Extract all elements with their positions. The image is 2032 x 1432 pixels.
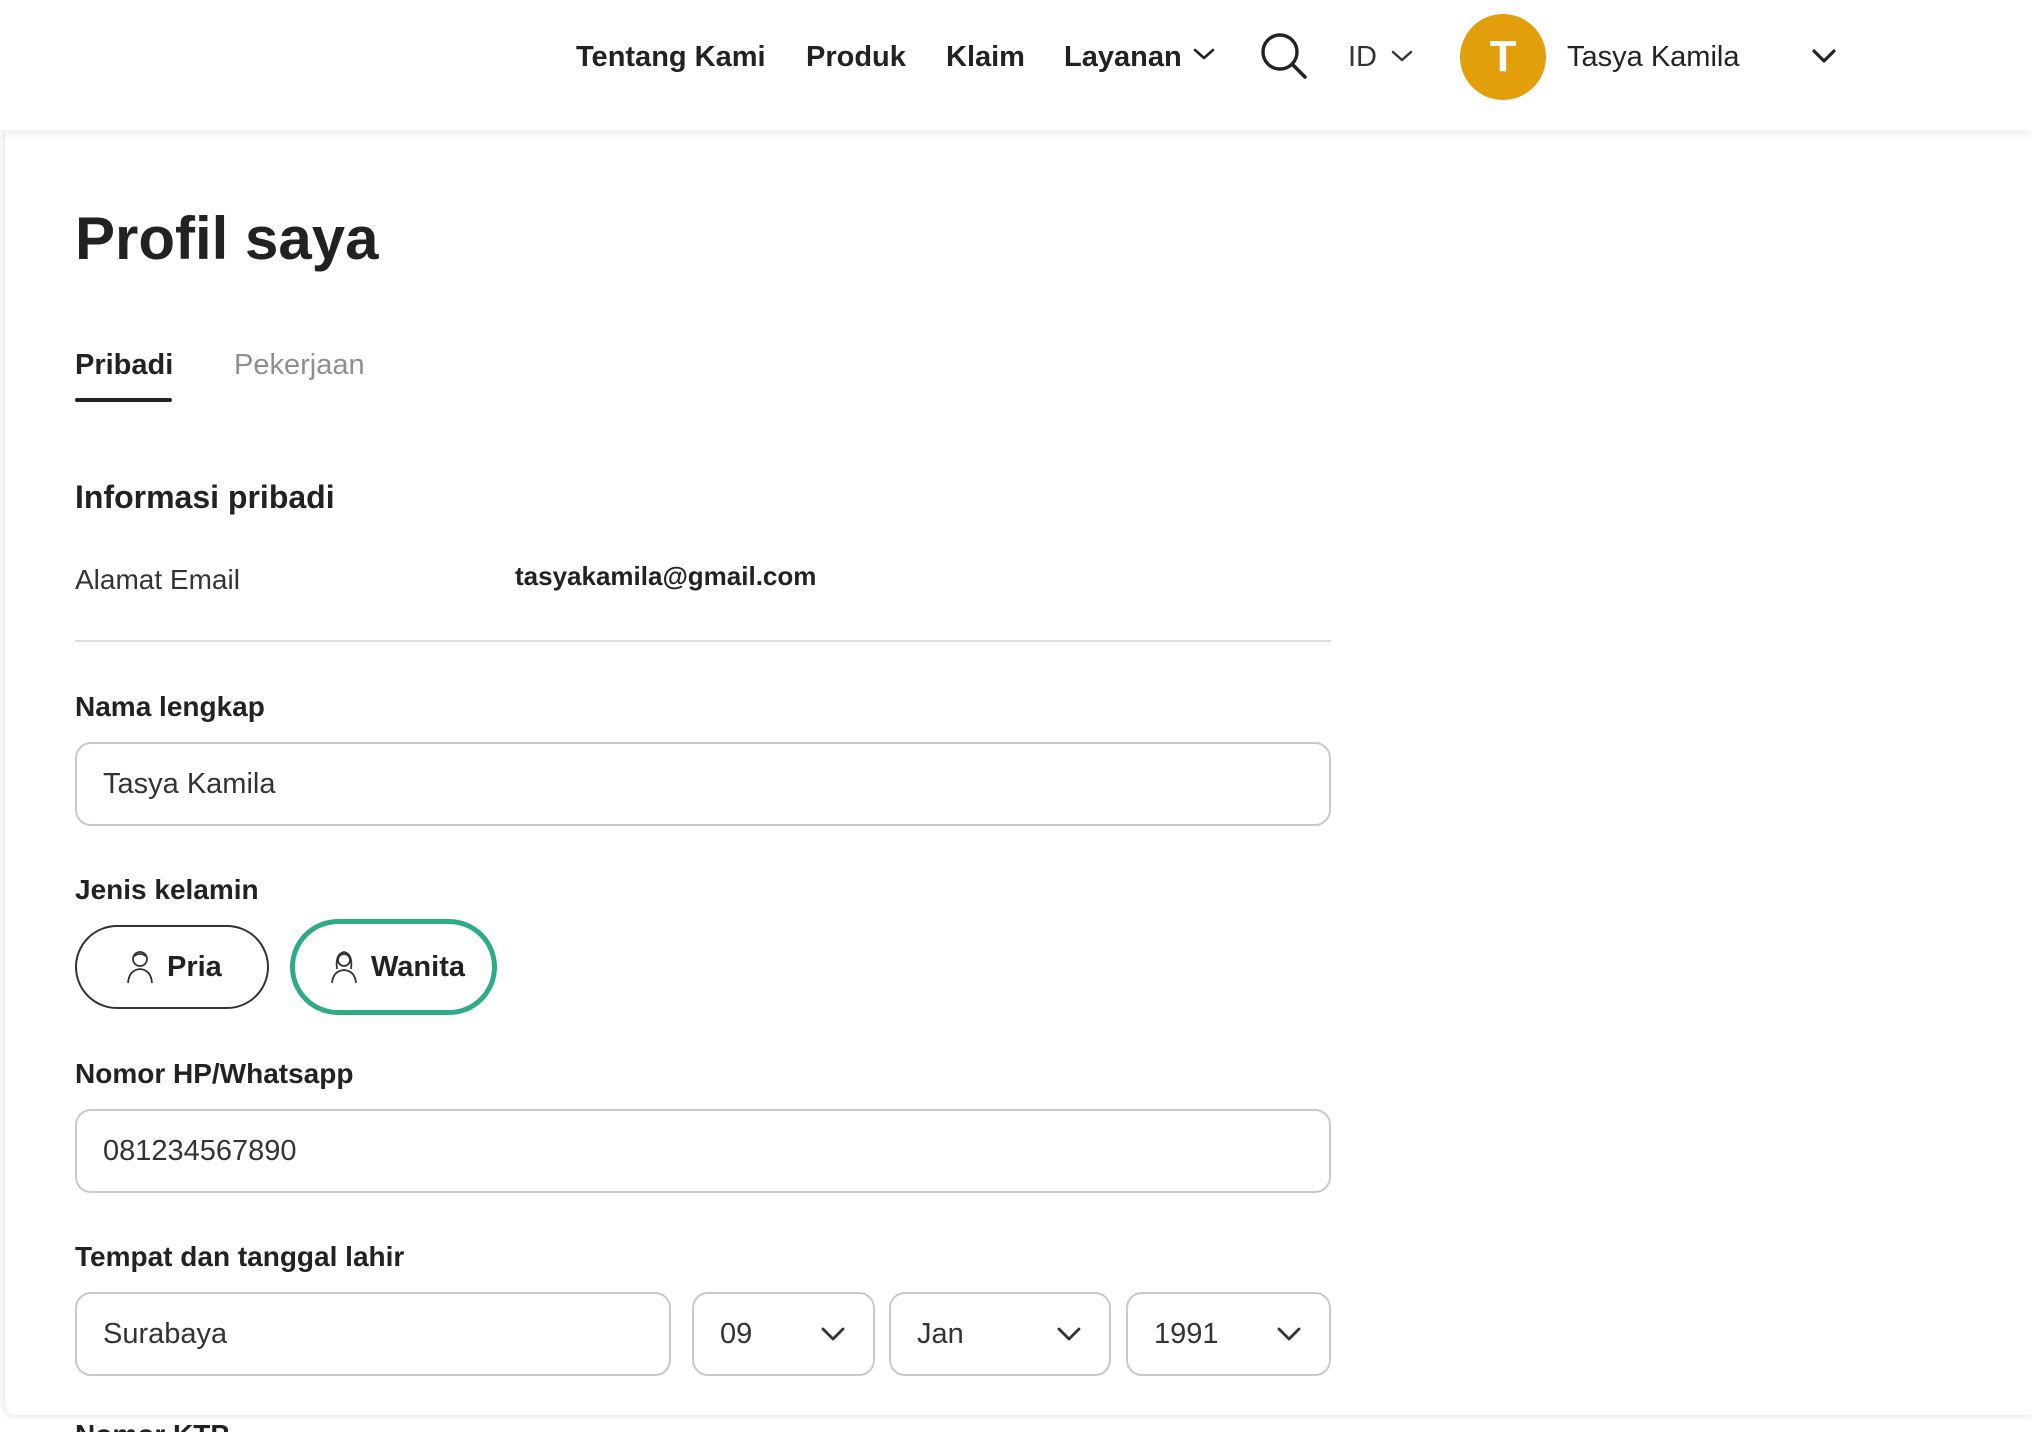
nav-link-produk[interactable]: Produk bbox=[806, 40, 906, 74]
gender-option-wanita[interactable]: Wanita bbox=[290, 919, 497, 1015]
chevron-down-icon[interactable] bbox=[1192, 46, 1216, 62]
avatar[interactable]: T bbox=[1460, 14, 1546, 100]
chevron-down-icon bbox=[1057, 1327, 1081, 1341]
active-tab-indicator bbox=[75, 398, 172, 402]
full-name-input[interactable] bbox=[75, 742, 1331, 826]
avatar-initial: T bbox=[1489, 32, 1517, 81]
gender-label: Jenis kelamin bbox=[75, 874, 259, 905]
birth-day-value: 09 bbox=[720, 1317, 753, 1350]
nav-link-klaim[interactable]: Klaim bbox=[946, 40, 1025, 74]
search-icon[interactable] bbox=[1258, 30, 1310, 82]
section-title-informasi-pribadi: Informasi pribadi bbox=[75, 479, 335, 515]
birth-day-select[interactable]: 09 bbox=[692, 1292, 875, 1376]
user-menu-chevron-down-icon[interactable] bbox=[1810, 46, 1838, 66]
user-name[interactable]: Tasya Kamila bbox=[1567, 40, 1739, 74]
nav-link-tentang-kami[interactable]: Tentang Kami bbox=[576, 40, 766, 74]
tab-pribadi[interactable]: Pribadi bbox=[75, 348, 173, 382]
top-navigation-bar: Tentang Kami Produk Klaim Layanan ID T T… bbox=[0, 0, 2032, 130]
language-selector[interactable]: ID bbox=[1348, 40, 1377, 74]
chevron-down-icon bbox=[821, 1327, 845, 1341]
language-chevron-down-icon[interactable] bbox=[1390, 48, 1414, 64]
tab-pekerjaan[interactable]: Pekerjaan bbox=[234, 348, 365, 382]
gender-option-label: Wanita bbox=[371, 950, 465, 983]
birth-year-select[interactable]: 1991 bbox=[1126, 1292, 1331, 1376]
phone-label: Nomor HP/Whatsapp bbox=[75, 1058, 354, 1089]
ktp-number-label: Nomor KTP bbox=[75, 1418, 229, 1432]
email-value: tasyakamila@gmail.com bbox=[515, 561, 817, 591]
birth-month-select[interactable]: Jan bbox=[889, 1292, 1111, 1376]
gender-option-label: Pria bbox=[167, 950, 222, 983]
male-person-icon bbox=[127, 951, 153, 984]
divider bbox=[75, 640, 1331, 642]
female-person-icon bbox=[331, 951, 357, 984]
birth-place-date-label: Tempat dan tanggal lahir bbox=[75, 1241, 405, 1272]
birth-year-value: 1991 bbox=[1154, 1317, 1219, 1350]
full-name-label: Nama lengkap bbox=[75, 691, 265, 722]
page-title: Profil saya bbox=[75, 205, 379, 272]
chevron-down-icon bbox=[1277, 1327, 1301, 1341]
phone-input[interactable] bbox=[75, 1109, 1331, 1193]
birth-month-value: Jan bbox=[917, 1317, 964, 1350]
nav-link-layanan[interactable]: Layanan bbox=[1064, 40, 1182, 74]
birth-place-input[interactable] bbox=[75, 1292, 671, 1376]
gender-option-pria[interactable]: Pria bbox=[75, 925, 269, 1009]
email-label: Alamat Email bbox=[75, 564, 240, 595]
